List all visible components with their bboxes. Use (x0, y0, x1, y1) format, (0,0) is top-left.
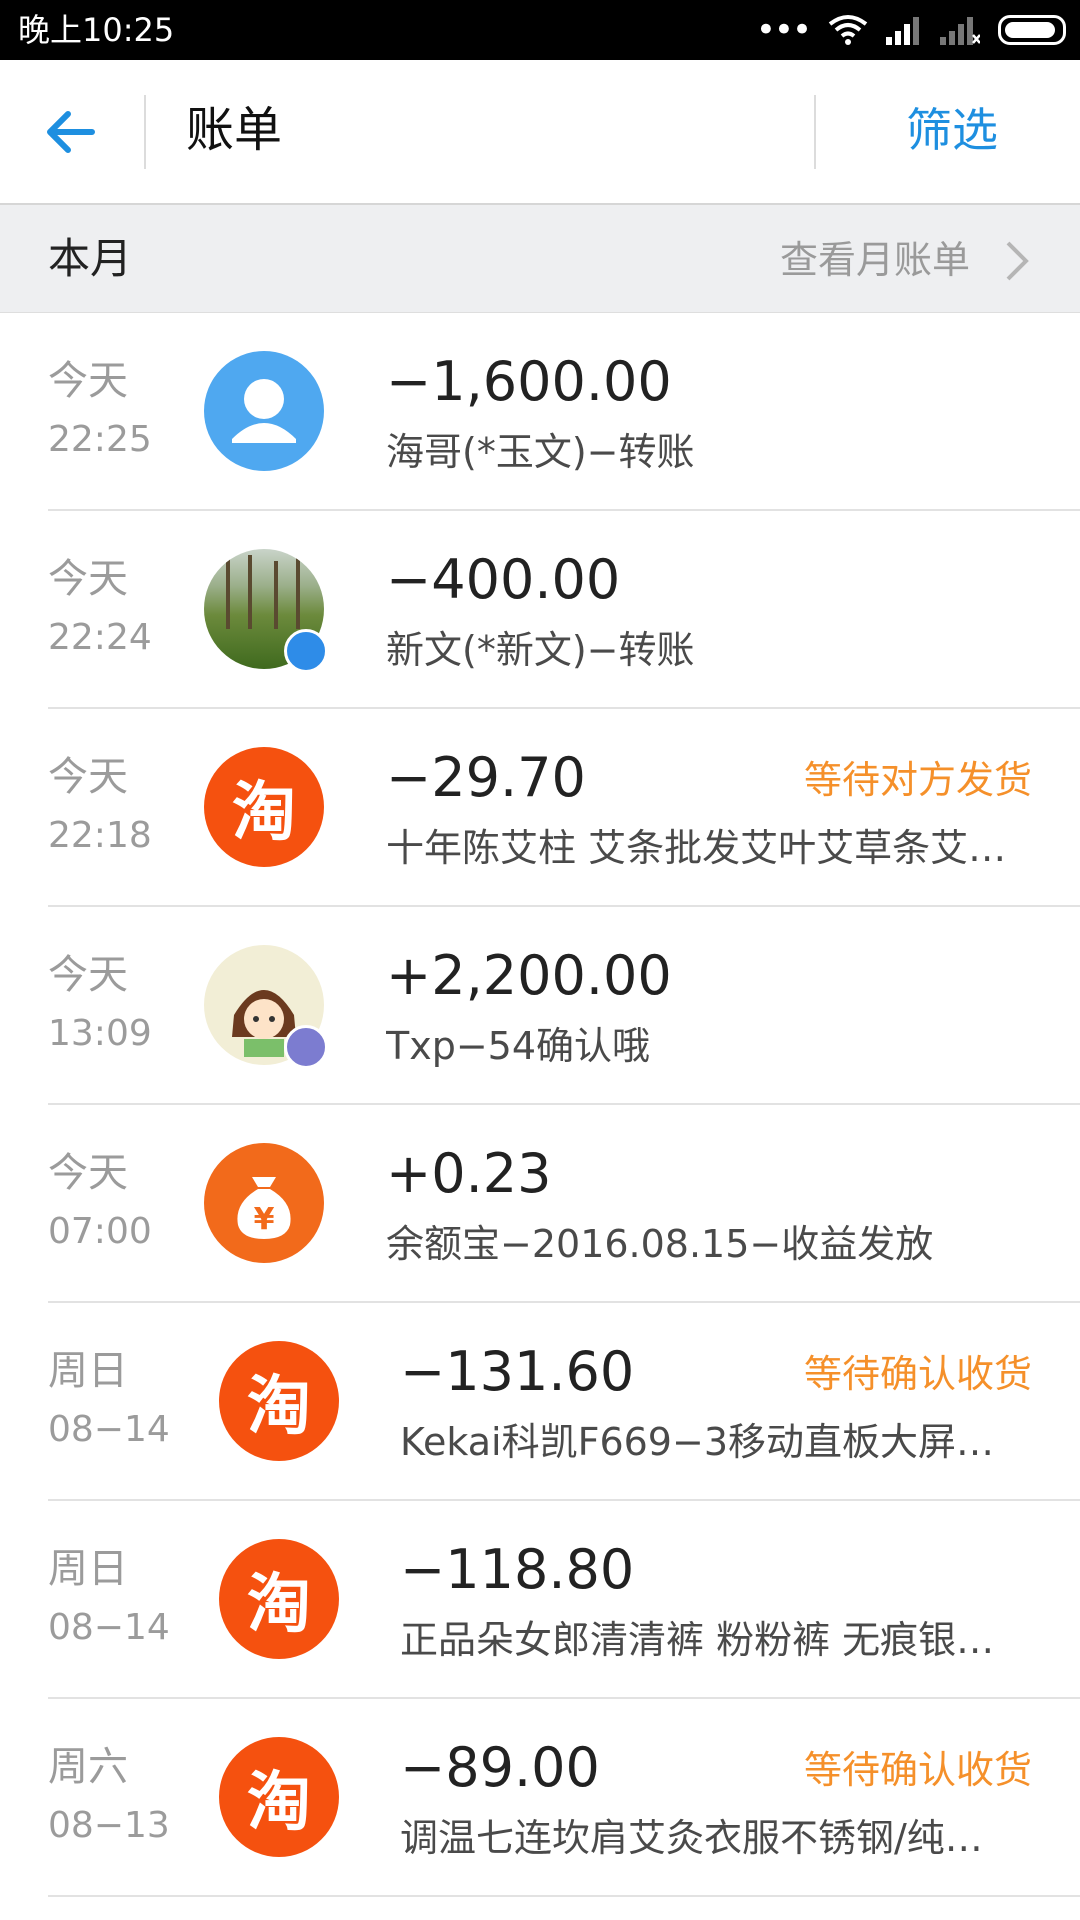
status-bar: 晚上10:25 ••• (0, 0, 1080, 60)
transaction-description: 海哥(*玉文)−转账 (386, 430, 695, 474)
member-badge-icon (284, 1025, 328, 1069)
filter-button[interactable]: 筛选 (906, 100, 998, 160)
transaction-day: 今天 (48, 358, 128, 404)
transaction-amount: +2,200.00 (386, 944, 672, 1007)
transaction-row[interactable]: 周日 08−14 淘 −131.60 等待确认收货 Kekai科凯F669−3移… (0, 1303, 1080, 1501)
chevron-right-icon[interactable] (996, 239, 1036, 283)
transaction-day: 今天 (48, 952, 128, 998)
money-bag-icon: ¥ (204, 1143, 324, 1263)
nav-divider-left (144, 95, 146, 169)
nav-divider-right (814, 95, 816, 169)
transaction-description: 调温七连坎肩艾灸衣服不锈钢/纯… (400, 1816, 983, 1860)
transaction-day: 周日 (48, 1546, 128, 1592)
transaction-row[interactable]: 周六 08−13 淘 −89.00 等待确认收货 调温七连坎肩艾灸衣服不锈钢/纯… (0, 1699, 1080, 1897)
transaction-row[interactable]: 今天 07:00 ¥ +0.23 余额宝−2016.08.15−收益发放 (0, 1105, 1080, 1303)
transaction-amount: −29.70 (386, 746, 586, 809)
view-monthly-bill-link[interactable]: 查看月账单 (780, 235, 970, 285)
transaction-time: 08−14 (48, 1409, 170, 1450)
transaction-row[interactable]: 今天 22:25 −1,600.00 海哥(*玉文)−转账 (0, 313, 1080, 511)
transaction-amount: −131.60 (400, 1340, 635, 1403)
transaction-time: 22:18 (48, 815, 152, 856)
verified-badge-icon (284, 629, 328, 673)
transaction-amount: −400.00 (386, 548, 621, 611)
month-title: 本月 (48, 234, 133, 283)
transaction-amount: −118.80 (400, 1538, 635, 1601)
transaction-day: 今天 (48, 556, 128, 602)
taobao-icon: 淘 (219, 1737, 339, 1857)
taobao-icon: 淘 (204, 747, 324, 867)
transaction-day: 周六 (48, 1744, 128, 1790)
yuan-symbol: ¥ (254, 1202, 275, 1237)
transaction-time: 22:25 (48, 419, 152, 460)
transaction-day: 今天 (48, 1150, 128, 1196)
cartoon-girl-avatar (204, 945, 328, 1069)
transaction-time: 13:09 (48, 1013, 152, 1054)
person-icon (204, 351, 324, 471)
transaction-amount: −89.00 (400, 1736, 600, 1799)
month-section-header: 本月 查看月账单 (0, 205, 1080, 313)
transaction-row[interactable]: 周日 08−14 淘 −118.80 正品朵女郎清清裤 粉粉裤 无痕银… (0, 1501, 1080, 1699)
transaction-time: 08−14 (48, 1607, 170, 1648)
page-title: 账单 (186, 102, 283, 158)
transaction-description: Txp−54确认哦 (386, 1024, 651, 1068)
transaction-amount: −1,600.00 (386, 350, 672, 413)
more-dots-icon: ••• (755, 10, 812, 50)
battery-icon (998, 15, 1066, 45)
taobao-icon: 淘 (219, 1539, 339, 1659)
transaction-description: 余额宝−2016.08.15−收益发放 (386, 1222, 934, 1266)
transaction-list: 今天 22:25 −1,600.00 海哥(*玉文)−转账 今天 22:24 −… (0, 313, 1080, 1897)
order-status-badge: 等待对方发货 (803, 758, 1032, 802)
back-arrow-icon[interactable] (40, 102, 100, 162)
signal-icon (886, 17, 919, 45)
transaction-description: Kekai科凯F669−3移动直板大屏… (400, 1420, 994, 1464)
transaction-time: 22:24 (48, 617, 152, 658)
transaction-row[interactable]: 今天 13:09 +2,200.00 Txp−54确认哦 (0, 907, 1080, 1105)
transaction-day: 周日 (48, 1348, 128, 1394)
transaction-description: 十年陈艾柱 艾条批发艾叶艾草条艾… (386, 826, 1007, 870)
top-navigation-bar: 账单 筛选 (0, 60, 1080, 205)
signal-no-sim-icon (940, 17, 980, 45)
transaction-description: 正品朵女郎清清裤 粉粉裤 无痕银… (400, 1618, 995, 1662)
transaction-day: 今天 (48, 754, 128, 800)
transaction-row[interactable]: 今天 22:24 −400.00 新文(*新文)−转账 (0, 511, 1080, 709)
order-status-badge: 等待确认收货 (803, 1352, 1032, 1396)
transaction-amount: +0.23 (386, 1142, 552, 1205)
status-icons: ••• (756, 12, 1066, 48)
transaction-row[interactable]: 今天 22:18 淘 −29.70 等待对方发货 十年陈艾柱 艾条批发艾叶艾草条… (0, 709, 1080, 907)
transaction-time: 07:00 (48, 1211, 152, 1252)
taobao-icon: 淘 (219, 1341, 339, 1461)
wifi-icon (828, 15, 868, 45)
forest-photo-avatar (204, 549, 328, 673)
status-time: 晚上10:25 (18, 11, 175, 49)
transaction-description: 新文(*新文)−转账 (386, 628, 695, 672)
order-status-badge: 等待确认收货 (803, 1748, 1032, 1792)
transaction-time: 08−13 (48, 1805, 170, 1846)
